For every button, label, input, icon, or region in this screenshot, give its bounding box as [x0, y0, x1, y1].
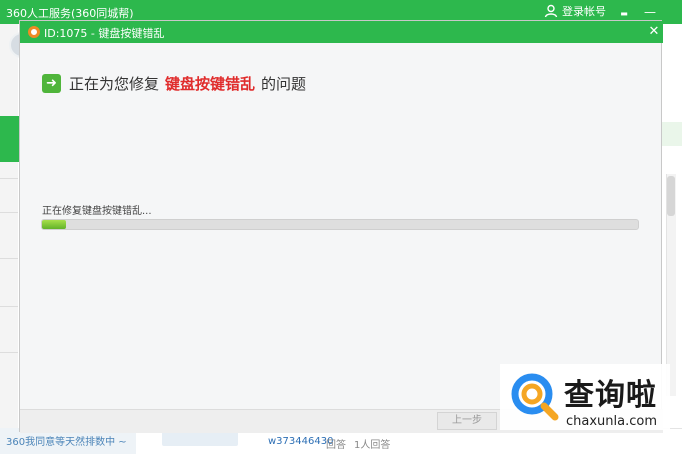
background-divider — [0, 212, 18, 213]
background-right-band — [662, 122, 682, 146]
background-divider — [0, 352, 18, 353]
progress-bar — [41, 219, 639, 230]
watermark-name: 查询啦 — [564, 378, 657, 413]
user-icon — [544, 4, 558, 18]
watermark-url: chaxunla.com — [566, 414, 657, 429]
search-magnifier-icon — [511, 373, 559, 421]
close-icon: ✕ — [648, 24, 660, 39]
arrow-right-icon: ➜ — [42, 74, 61, 93]
dialog-title: ID:1075 - 键盘按键错乱 — [44, 27, 165, 40]
heading-highlight: 键盘按键错乱 — [165, 75, 256, 93]
heading-suffix: 的问题 — [261, 75, 307, 93]
status-text: 正在修复键盘按键错乱... — [42, 206, 152, 217]
background-divider — [0, 258, 18, 259]
background-user-name[interactable]: w373446430 — [268, 436, 333, 447]
scrollbar-thumb[interactable] — [667, 176, 675, 216]
app-title: 360人工服务(360同城帮) — [6, 7, 134, 20]
heading-prefix: 正在为您修复 — [69, 75, 160, 93]
minimize-icon: — — [644, 5, 656, 19]
lifebuoy-icon — [28, 26, 40, 38]
previous-button[interactable]: 上一步 — [437, 412, 497, 430]
page-title: ➜ 正在为您修复 键盘按键错乱 的问题 — [42, 73, 306, 94]
background-answered-count: 1人回答 — [354, 440, 391, 451]
background-divider — [0, 178, 18, 179]
background-sidebar — [0, 24, 18, 454]
background-bottom-link[interactable]: 360我同意等天然排数中 ~ — [6, 433, 127, 448]
menu-icon: ▬ — [620, 9, 628, 18]
login-label: 登录帐号 — [562, 5, 606, 18]
background-divider — [0, 306, 18, 307]
close-button[interactable]: ✕ — [646, 22, 662, 42]
progress-fill — [42, 220, 66, 229]
minimize-button[interactable]: — — [640, 2, 660, 22]
menu-button[interactable]: ▬ — [614, 2, 634, 22]
login-button[interactable]: 登录帐号 — [544, 3, 606, 19]
background-answer-label: 回答 — [326, 440, 346, 451]
dialog-titlebar: ID:1075 - 键盘按键错乱 ✕ — [20, 21, 663, 43]
